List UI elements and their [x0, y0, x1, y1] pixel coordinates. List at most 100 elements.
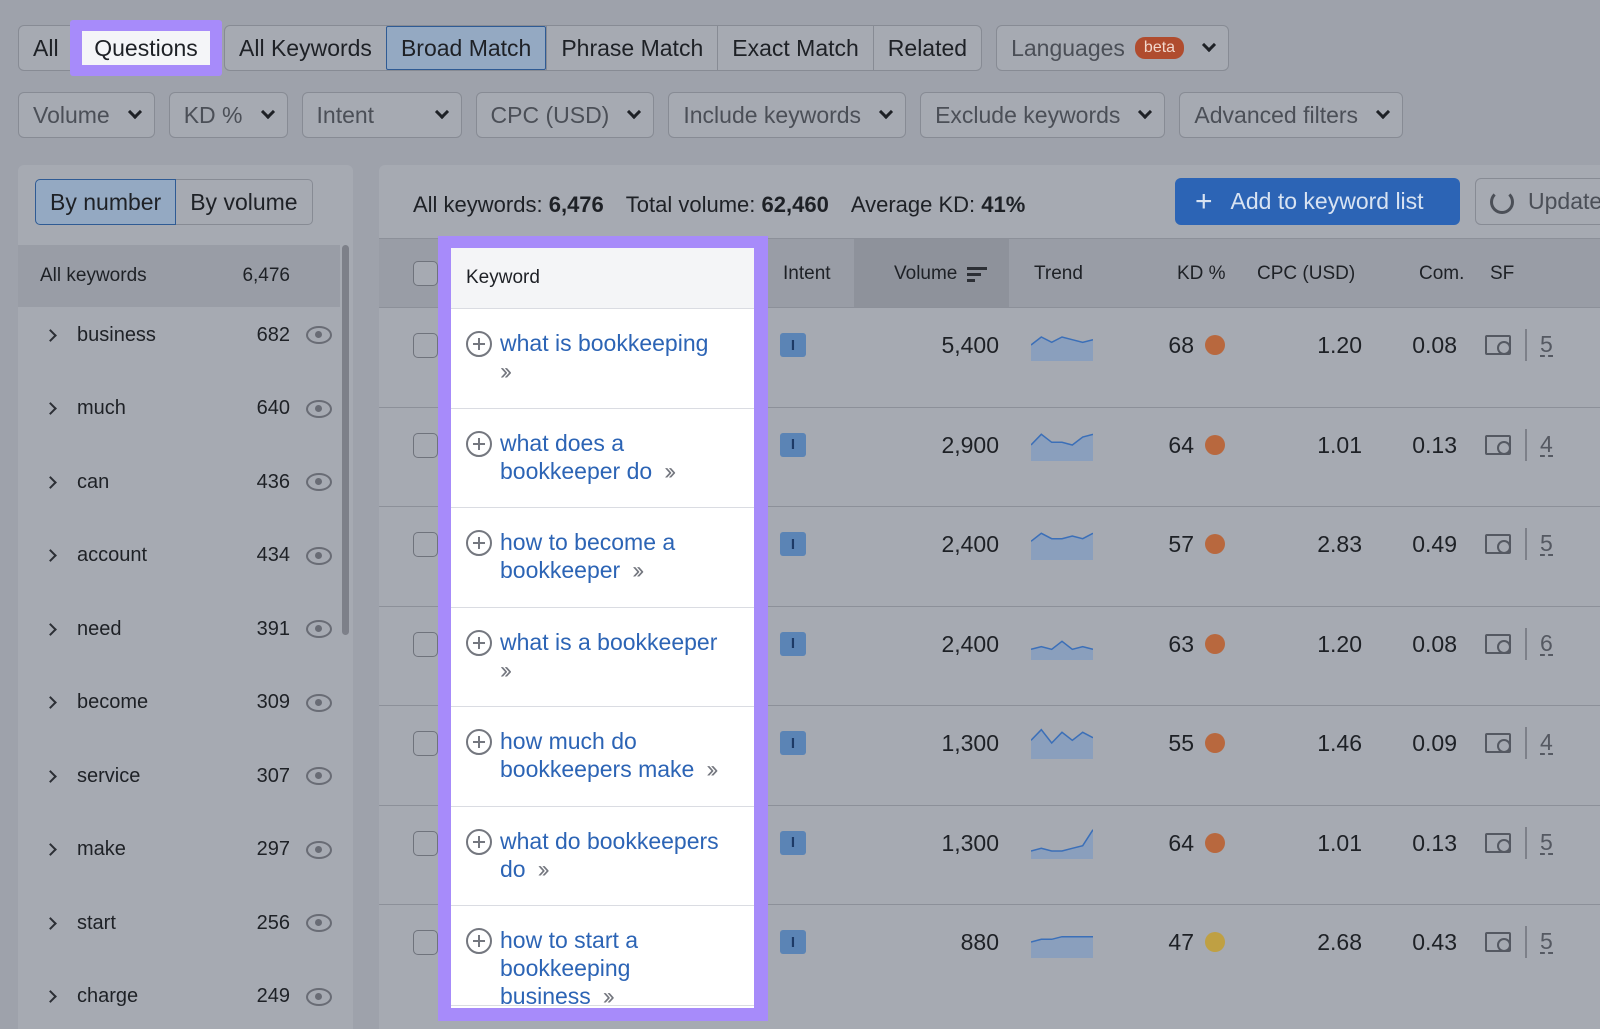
chevron-right-icon[interactable] [44, 843, 57, 856]
keyword-link[interactable]: what does a bookkeeper do ›› [500, 429, 750, 486]
add-keyword-icon[interactable] [466, 331, 492, 357]
cpc-filter[interactable]: CPC (USD) [475, 92, 655, 138]
chevron-right-icon[interactable] [44, 916, 57, 930]
keyword-link[interactable]: how to become a bookkeeper ›› [500, 528, 750, 585]
eye-icon[interactable] [306, 767, 332, 785]
serp-features-count[interactable]: 6 [1540, 631, 1553, 656]
group-item[interactable]: much 640 [18, 389, 340, 429]
tab-related[interactable]: Related [872, 26, 981, 70]
group-item[interactable]: become 309 [18, 683, 340, 723]
col-serp-features[interactable]: SF [1490, 239, 1514, 308]
group-item[interactable]: service 307 [18, 756, 340, 796]
double-chevron-icon[interactable]: ›› [664, 458, 676, 486]
chevron-right-icon[interactable] [44, 769, 57, 783]
volume-filter[interactable]: Volume [18, 92, 155, 138]
chevron-right-icon[interactable] [44, 696, 57, 709]
add-keyword-icon[interactable] [466, 729, 492, 755]
serp-features-icon[interactable] [1485, 932, 1511, 952]
serp-features-icon[interactable] [1485, 534, 1511, 554]
tab-phrase-match[interactable]: Phrase Match [546, 26, 717, 70]
group-item[interactable]: need 391 [18, 609, 340, 649]
intent-badge[interactable]: I [780, 432, 806, 457]
row-checkbox[interactable] [413, 830, 438, 856]
group-item[interactable]: start 256 [18, 903, 340, 943]
chevron-right-icon[interactable] [44, 990, 57, 1003]
intent-badge[interactable]: I [780, 631, 806, 656]
eye-icon[interactable] [306, 473, 332, 491]
row-checkbox[interactable] [413, 930, 438, 955]
add-keyword-icon[interactable] [466, 828, 492, 855]
all-keywords-group[interactable]: All keywords 6,476 [18, 245, 340, 307]
double-chevron-icon[interactable]: ›› [706, 756, 718, 784]
eye-icon[interactable] [306, 399, 332, 418]
group-item[interactable]: business 682 [18, 315, 340, 355]
update-button[interactable]: Update [1475, 178, 1600, 225]
double-chevron-icon[interactable]: ›› [603, 983, 615, 1008]
row-checkbox[interactable] [413, 432, 438, 458]
chevron-right-icon[interactable] [44, 622, 57, 636]
chevron-right-icon[interactable] [44, 549, 57, 562]
double-chevron-icon[interactable]: ›› [500, 358, 512, 386]
by-volume-button[interactable]: By volume [176, 179, 313, 225]
serp-features-count[interactable]: 4 [1540, 432, 1553, 457]
tab-all-keywords[interactable]: All Keywords [225, 26, 386, 70]
serp-features-count[interactable]: 5 [1540, 930, 1553, 954]
intent-badge[interactable]: I [780, 532, 806, 556]
tab-questions[interactable]: Questions [82, 31, 210, 65]
add-keyword-icon[interactable] [466, 430, 492, 457]
serp-features-icon[interactable] [1485, 733, 1511, 753]
col-keyword[interactable]: Keyword [451, 248, 754, 309]
tab-broad-match[interactable]: Broad Match [385, 26, 547, 70]
chevron-right-icon[interactable] [44, 402, 57, 415]
exclude-keywords-filter[interactable]: Exclude keywords [920, 92, 1166, 138]
chevron-right-icon[interactable] [44, 475, 57, 489]
col-cpc[interactable]: CPC (USD) [1257, 239, 1355, 308]
intent-badge[interactable]: I [780, 930, 806, 954]
serp-features-count[interactable]: 5 [1540, 532, 1553, 556]
advanced-filters[interactable]: Advanced filters [1179, 92, 1404, 138]
eye-icon[interactable] [306, 546, 332, 565]
col-competition[interactable]: Com. [1419, 239, 1464, 308]
serp-features-icon[interactable] [1485, 335, 1511, 355]
keyword-link[interactable]: what is a bookkeeper ›› [500, 628, 750, 685]
intent-filter[interactable]: Intent [301, 92, 462, 138]
eye-icon[interactable] [306, 987, 332, 1006]
tab-all[interactable]: All [19, 26, 73, 70]
col-volume[interactable]: Volume [854, 239, 1009, 308]
chevron-right-icon[interactable] [44, 328, 57, 342]
intent-badge[interactable]: I [780, 731, 806, 755]
group-item[interactable]: make 297 [18, 830, 340, 870]
tab-exact-match[interactable]: Exact Match [717, 26, 873, 70]
group-item[interactable]: can 436 [18, 462, 340, 502]
intent-badge[interactable]: I [780, 333, 806, 357]
double-chevron-icon[interactable]: ›› [500, 657, 512, 685]
eye-icon[interactable] [306, 620, 332, 638]
row-checkbox[interactable] [413, 532, 438, 557]
languages-dropdown[interactable]: Languages beta [996, 25, 1230, 71]
serp-features-icon[interactable] [1485, 832, 1511, 853]
include-keywords-filter[interactable]: Include keywords [668, 92, 907, 138]
serp-features-count[interactable]: 4 [1540, 731, 1553, 755]
eye-icon[interactable] [306, 914, 332, 932]
serp-features-count[interactable]: 5 [1540, 830, 1553, 855]
col-kd[interactable]: KD % [1177, 239, 1226, 308]
double-chevron-icon[interactable]: ›› [632, 557, 644, 585]
keyword-link[interactable]: what do bookkeepers do ›› [500, 827, 750, 884]
add-to-keyword-list-button[interactable]: + Add to keyword list [1175, 178, 1460, 225]
row-checkbox[interactable] [413, 631, 438, 657]
serp-features-count[interactable]: 5 [1540, 333, 1553, 357]
group-item[interactable]: account 434 [18, 536, 340, 576]
serp-features-icon[interactable] [1485, 633, 1511, 654]
row-checkbox[interactable] [413, 731, 438, 756]
eye-icon[interactable] [306, 326, 332, 344]
keyword-link[interactable]: what is bookkeeping ›› [500, 329, 750, 386]
double-chevron-icon[interactable]: ›› [538, 856, 550, 884]
kd-filter[interactable]: KD % [168, 92, 288, 138]
sidebar-scrollbar[interactable] [342, 245, 349, 635]
keyword-link[interactable]: how to start a bookkeeping business ›› [500, 926, 750, 1008]
keyword-link[interactable]: how much do bookkeepers make ›› [500, 727, 750, 784]
by-number-button[interactable]: By number [35, 179, 177, 225]
eye-icon[interactable] [306, 840, 332, 859]
serp-features-icon[interactable] [1485, 434, 1511, 455]
group-item[interactable]: charge 249 [18, 977, 340, 1017]
